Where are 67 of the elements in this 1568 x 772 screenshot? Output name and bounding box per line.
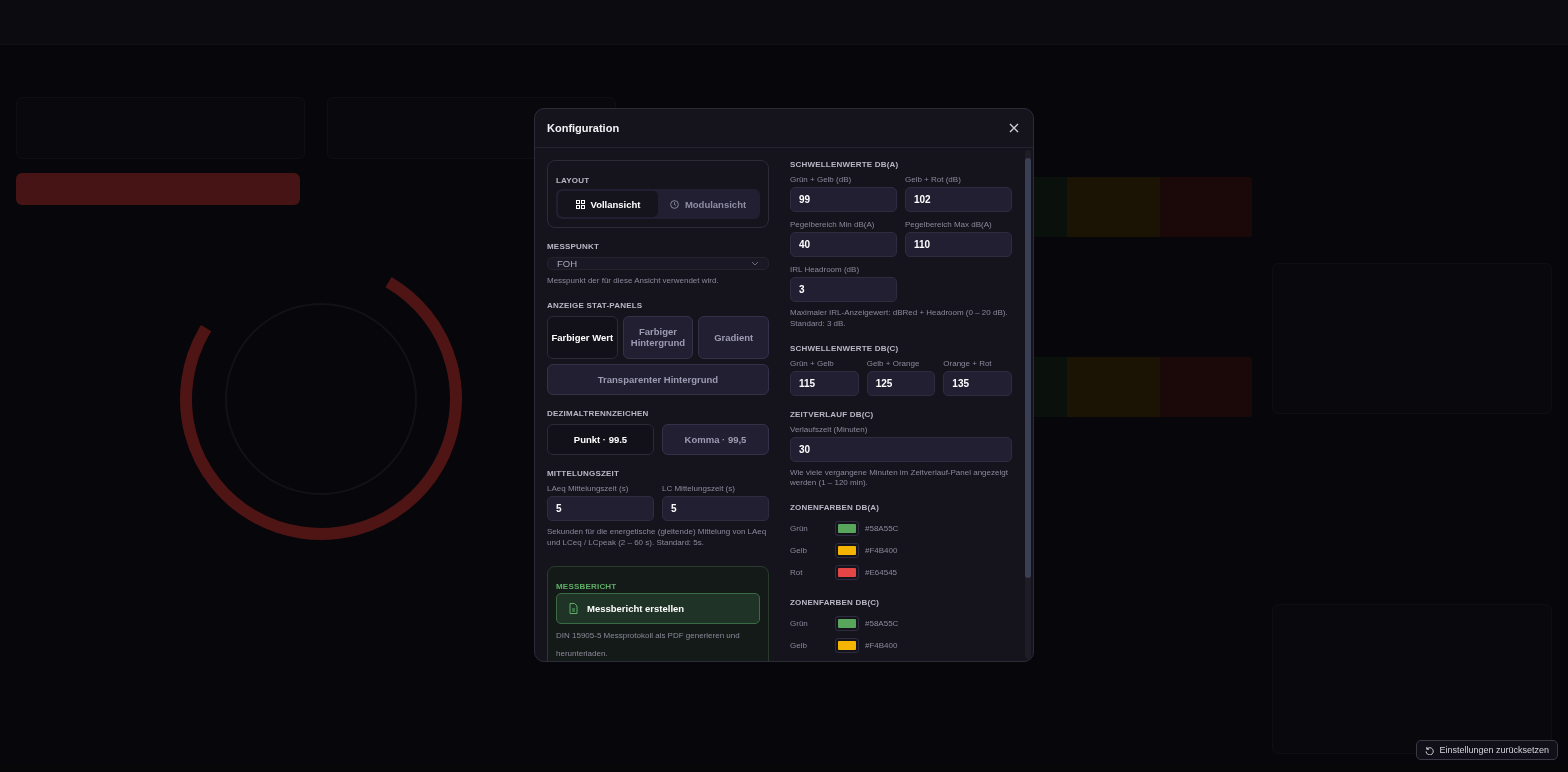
dialog-title: Konfiguration <box>547 122 620 134</box>
section-heading: ANZEIGE STAT-PANELS <box>547 300 644 310</box>
field-label: IRL Headroom (dB) <box>790 265 861 274</box>
section-heading: MESSBERICHT <box>556 582 617 592</box>
color-hex: #E64545 <box>865 567 898 577</box>
reset-settings-button[interactable]: Einstellungen zurücksetzen <box>1416 740 1558 760</box>
layout-tab[interactable]: Vollansicht <box>558 191 658 217</box>
field-label: Orange + Rot <box>943 358 993 368</box>
grid-icon <box>575 199 585 209</box>
panel-style-option[interactable]: Farbiger Hintergrund <box>622 315 694 359</box>
hint-text: Messpunkt der für diese Ansicht verwendet wird. <box>547 276 720 287</box>
panel-style-option[interactable]: Gradient <box>698 315 769 359</box>
number-input[interactable]: 135 <box>943 370 1012 396</box>
hint-text: Maximaler IRL-Anzeigewert: dBRed + Headroom (0 – 20 dB). Standard: 3 dB. <box>790 308 1009 330</box>
decimal-option[interactable]: Komma · 99,5 <box>662 423 769 455</box>
number-input[interactable]: 110 <box>905 232 1012 257</box>
section-heading: SCHWELLENWERTE DB(C) <box>790 343 900 353</box>
close-icon[interactable] <box>1009 123 1019 133</box>
document-icon <box>569 603 578 615</box>
layout-tab[interactable]: Modulansicht <box>658 191 758 217</box>
number-input[interactable]: 30 <box>790 436 1012 462</box>
clock-icon <box>669 199 679 209</box>
section-heading: DEZIMALTRENNZEICHEN <box>547 408 650 418</box>
chevron-down-icon <box>751 261 759 266</box>
panel-style-option[interactable]: Transparenter Hintergrund <box>547 363 769 395</box>
field-label: Grün + Gelb <box>790 358 835 368</box>
color-hex: #F4B400 <box>865 640 898 650</box>
section-heading: MITTELUNGSZEIT <box>547 468 621 478</box>
field-label: LC Mittelungszeit (s) <box>662 483 736 493</box>
decimal-option[interactable]: Punkt · 99.5 <box>547 423 654 455</box>
color-hex: #58A55C <box>865 618 899 628</box>
section-heading: LAYOUT <box>556 176 590 185</box>
panel-style-option[interactable]: Farbiger Wert <box>547 315 618 359</box>
field-label: Gelb + Orange <box>866 358 921 368</box>
zone-label: Rot <box>790 567 804 577</box>
number-input[interactable]: 5 <box>547 495 654 521</box>
hint-text: Sekunden für die energetische (gleitende) Mittelung von LAeq und LCeq / LCpeak (2 – 60 s). Standard: 5s. <box>547 526 768 549</box>
number-input[interactable]: 5 <box>662 495 769 521</box>
zone-label: Gelb <box>790 545 808 555</box>
section-heading: MESSPUNKT <box>547 242 601 251</box>
number-input[interactable]: 99 <box>790 187 897 212</box>
field-label: Gelb + Rot (dB) <box>905 175 962 184</box>
field-label: Pegelbereich Min dB(A) <box>790 220 876 229</box>
zone-label: Grün <box>790 523 809 533</box>
scrollbar[interactable] <box>1025 150 1031 659</box>
color-hex: #F4B400 <box>865 545 898 555</box>
color-hex: #58A55C <box>865 523 899 533</box>
reset-icon <box>1425 745 1435 755</box>
field-label: Grün + Gelb (dB) <box>790 175 853 184</box>
number-input[interactable]: 40 <box>790 232 897 257</box>
field-label: LAeq Mittelungszeit (s) <box>547 483 630 493</box>
section-heading: SCHWELLENWERTE DB(A) <box>790 160 900 169</box>
field-label: Verlaufszeit (Minuten) <box>790 424 869 434</box>
number-input[interactable]: 125 <box>866 370 936 396</box>
section-heading: ZONENFARBEN DB(C) <box>790 598 881 608</box>
number-input[interactable]: 115 <box>790 370 859 396</box>
section-heading: ZONENFARBEN DB(A) <box>790 503 881 513</box>
section-heading: ZEITVERLAUF DB(C) <box>790 409 875 419</box>
field-label: Pegelbereich Max dB(A) <box>905 220 993 229</box>
hint-text: DIN 15905-5 Messprotokoll als PDF generieren und herunterladen. <box>556 631 740 659</box>
number-input[interactable]: 102 <box>905 187 1012 212</box>
zone-label: Gelb <box>790 640 808 650</box>
create-report-button[interactable]: Messbericht erstellen <box>556 593 760 625</box>
measuring-point-select[interactable]: FOH <box>547 257 769 270</box>
number-input[interactable]: 3 <box>790 277 897 302</box>
zone-label: Grün <box>790 618 809 628</box>
hint-text: Wie viele vergangene Minuten im Zeitverlauf-Panel angezeigt werden (1 – 120 min). <box>790 467 1009 490</box>
